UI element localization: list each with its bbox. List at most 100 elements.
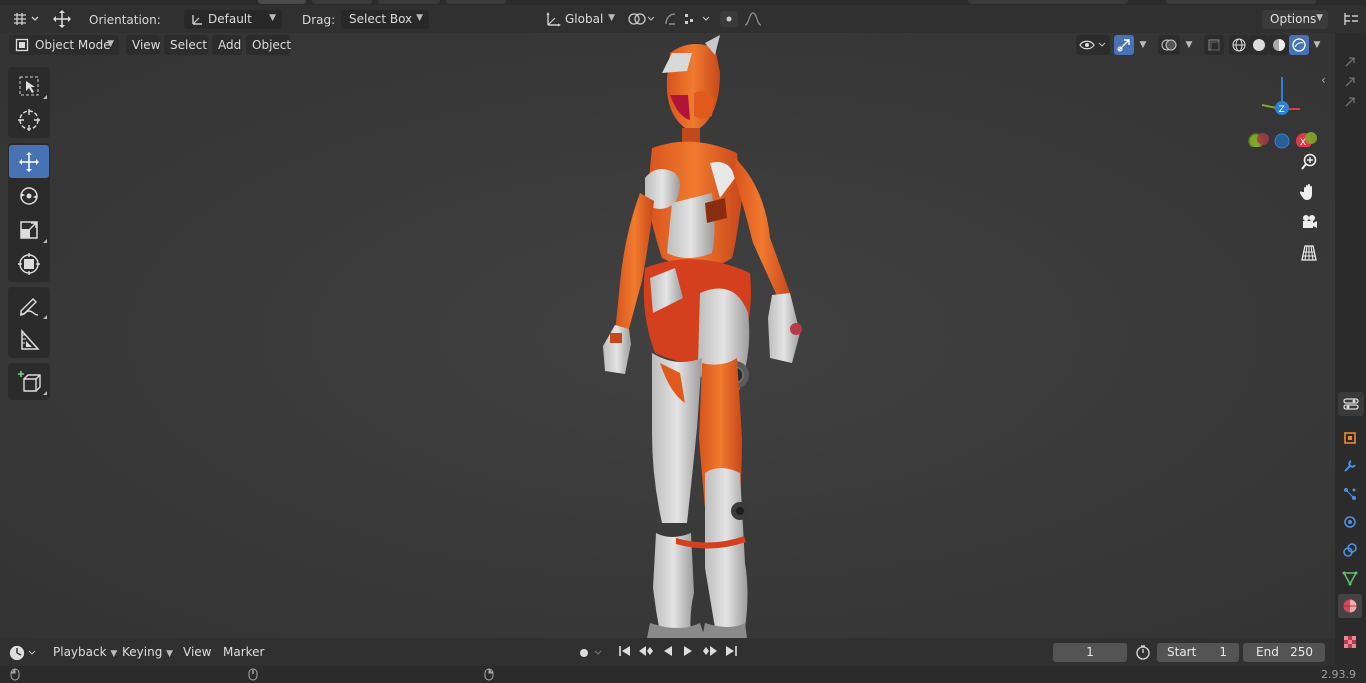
chevron-down-icon[interactable]: ▼ [1180,35,1198,55]
menu-view[interactable]: View [126,35,160,55]
chevron-down-icon: ▼ [110,649,118,659]
character-model[interactable] [590,33,830,638]
auto-keying-toggle[interactable] [572,643,612,662]
sidebar-toggle-icon[interactable]: ‹ [1321,73,1326,87]
stopwatch-icon[interactable] [1135,644,1153,662]
view-layer-selector[interactable] [1166,0,1316,4]
chevron-down-icon: ▼ [166,649,174,659]
next-keyframe-icon[interactable] [702,644,718,661]
menu-select[interactable]: Select [164,35,208,55]
pan-hand-icon[interactable] [1296,179,1322,205]
menu-object[interactable]: Object [246,35,291,55]
toolbar [8,67,50,405]
previous-keyframe-icon[interactable] [638,644,654,661]
timeline-editor-type-icon[interactable] [8,643,40,663]
visibility-dropdown[interactable] [1076,35,1110,55]
orientation-label: Orientation: [89,13,161,27]
add-cube-tool[interactable] [9,365,49,398]
3d-viewport[interactable]: Object Mode ▼ View Select Add Object ▼ ▼… [0,33,1335,638]
workspace-tab[interactable] [312,0,372,4]
transform-orientation-value: Global [565,12,604,26]
menu-add[interactable]: Add [212,35,242,55]
proportional-editing-controls[interactable] [718,9,768,29]
tool-settings-header: Orientation: Default ▼ Drag: Select Box … [0,5,1335,33]
outliner-toggles[interactable] [1343,52,1359,112]
rendered-shading-icon[interactable] [1289,35,1309,55]
editor-type-icon[interactable] [10,9,40,29]
outliner-editor-icon[interactable] [1335,5,1366,33]
orientation-dropdown[interactable]: Default ▼ [184,10,282,29]
material-preview-shading-icon[interactable] [1269,35,1289,55]
options-button[interactable]: Options ▼ [1262,10,1328,29]
menu-keying[interactable]: Keying ▼ [122,645,173,659]
play-icon[interactable] [681,644,695,661]
chevron-down-icon[interactable]: ▼ [1309,35,1325,55]
workspace-tab-active[interactable] [258,0,306,4]
version-label: 2.93.9 [1321,668,1356,681]
measure-tool[interactable] [9,323,49,356]
physics-properties-icon[interactable] [1338,510,1362,534]
chevron-down-icon: ▼ [107,39,114,49]
playback-controls [618,643,738,662]
scale-tool[interactable] [9,213,49,246]
drag-label: Drag: [302,13,336,27]
rotate-tool[interactable] [9,179,49,212]
wireframe-shading-icon[interactable] [1229,35,1249,55]
data-properties-icon[interactable] [1338,566,1362,590]
play-reverse-icon[interactable] [661,644,675,661]
mode-selector[interactable]: Object Mode ▼ [9,35,119,55]
texture-properties-icon[interactable] [1338,630,1362,654]
mouse-left-icon [10,668,20,683]
solid-shading-icon[interactable] [1249,35,1269,55]
chevron-down-icon: ▼ [1316,13,1323,23]
axis-neg-z-handle[interactable] [1273,132,1291,150]
jump-to-end-icon[interactable] [724,644,738,661]
particles-properties-icon[interactable] [1338,482,1362,506]
transform-orientation-icon [545,11,562,30]
xray-toggle-icon[interactable] [1204,35,1224,55]
zoom-icon[interactable] [1296,149,1322,175]
menu-playback[interactable]: Playback ▼ [53,645,117,659]
material-properties-icon[interactable] [1338,594,1362,618]
axis-z-label: Z [1279,105,1285,115]
object-properties-icon[interactable] [1338,426,1362,450]
pivot-point-dropdown[interactable] [626,9,658,29]
cursor-tool[interactable] [9,103,49,136]
chevron-down-icon: ▼ [269,13,276,23]
scene-selector[interactable] [968,0,1128,4]
drag-value: Select Box [349,12,413,26]
chevron-down-icon[interactable]: ▼ [1134,35,1152,55]
drag-dropdown[interactable]: Select Box ▼ [341,10,429,29]
annotate-tool[interactable] [9,289,49,322]
orientation-icon [190,12,204,29]
move-tool[interactable] [9,145,49,178]
mode-label: Object Mode [35,38,111,52]
gizmo-toggle-icon[interactable] [1114,35,1134,55]
menu-view[interactable]: View [183,645,211,659]
timeline-header: Playback ▼ Keying ▼ View Marker 1 Start … [0,638,1335,666]
orientation-value: Default [208,12,252,26]
start-frame-field[interactable]: Start 1 [1157,643,1239,662]
status-bar: 2.93.9 [0,666,1366,683]
current-frame-field[interactable]: 1 [1053,643,1127,662]
overlays-toggle-icon[interactable] [1158,35,1180,55]
constraints-properties-icon[interactable] [1338,538,1362,562]
select-box-tool[interactable] [9,69,49,102]
jump-to-start-icon[interactable] [618,644,632,661]
transform-orientation-dropdown[interactable]: Global ▼ [541,10,621,29]
mouse-right-icon [484,668,494,683]
object-mode-icon [15,38,29,55]
camera-view-icon[interactable] [1296,209,1322,235]
chevron-down-icon: ▼ [608,13,615,23]
workspace-tab[interactable] [378,0,440,4]
workspace-tab[interactable] [446,0,506,4]
options-label: Options [1270,12,1317,26]
move-tool-icon[interactable] [48,9,76,29]
menu-marker[interactable]: Marker [223,645,264,659]
transform-tool[interactable] [9,247,49,280]
snapping-controls[interactable] [662,9,714,29]
end-frame-field[interactable]: End 250 [1243,643,1325,662]
perspective-grid-icon[interactable] [1296,240,1322,266]
properties-editor-icon[interactable] [1338,392,1364,416]
modifier-properties-icon[interactable] [1338,454,1362,478]
